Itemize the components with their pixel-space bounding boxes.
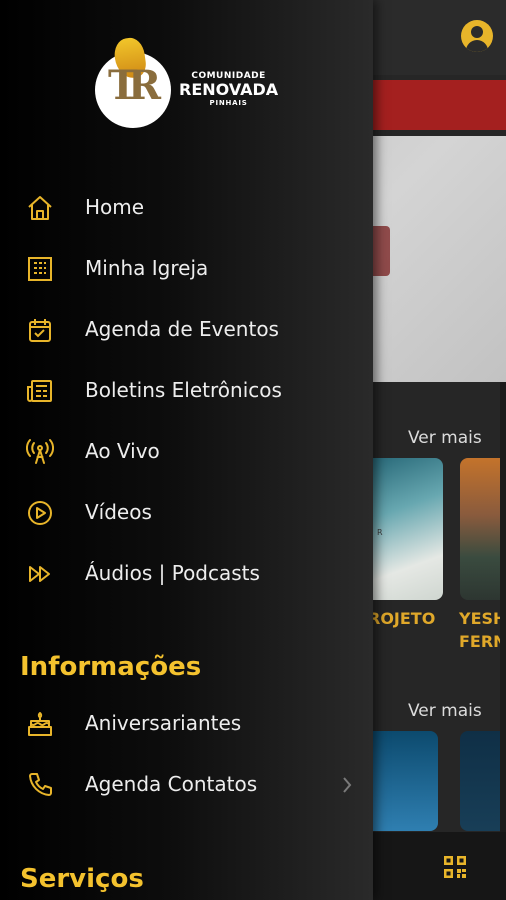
user-account-icon[interactable] [461,20,493,52]
card-caption: R [377,528,384,537]
calendar-check-icon [29,319,51,342]
avatar-body [466,40,488,52]
card-title: YESHU FERNA [459,609,506,651]
see-more-link[interactable]: Ver mais [408,701,482,721]
menu-label: Home [85,195,145,219]
logo-line-2: RENOVADA [179,80,279,99]
church-logo: TR COMUNIDADE RENOVADA PINHAIS [95,36,280,130]
scroll-edge [500,382,506,832]
avatar-head [471,26,483,38]
logo-monogram: TR [108,62,161,109]
menu-label: Agenda Contatos [85,772,258,796]
building-icon [28,257,52,281]
menu-label: Minha Igreja [85,256,209,280]
menu-label: Vídeos [85,500,152,524]
phone-icon [29,773,52,796]
menu-item-home[interactable]: Home [0,183,373,233]
logo-line-3: PINHAIS [209,99,248,107]
play-circle-icon [28,501,52,525]
menu-label: Boletins Eletrônicos [85,378,282,402]
chevron-right-icon [343,777,352,793]
menu-item-audios-podcasts[interactable]: Áudios | Podcasts [0,549,373,599]
menu-item-boletins[interactable]: Boletins Eletrônicos [0,366,373,416]
menu-item-ao-vivo[interactable]: Ao Vivo [0,427,373,477]
fast-forward-icon [29,566,50,582]
menu-item-videos[interactable]: Vídeos [0,488,373,538]
newspaper-icon [27,380,52,402]
menu-item-agenda-contatos[interactable]: Agenda Contatos [0,760,373,810]
menu-item-agenda-eventos[interactable]: Agenda de Eventos [0,305,373,355]
logo-wordmark: COMUNIDADE RENOVADA PINHAIS [179,71,278,107]
menu-label: Aniversariantes [85,711,242,735]
menu-item-aniversariantes[interactable]: Aniversariantes [0,699,373,749]
cake-icon [28,712,52,736]
navigation-drawer: TR COMUNIDADE RENOVADA PINHAIS Home Minh… [0,0,373,900]
menu-item-minha-igreja[interactable]: Minha Igreja [0,244,373,294]
section-title-servicos: Serviços [20,864,144,894]
qr-code-icon[interactable] [444,856,466,878]
menu-label: Áudios | Podcasts [85,561,260,585]
card-title: ROJETO [368,609,436,628]
broadcast-icon [26,439,54,464]
menu-label: Ao Vivo [85,439,160,463]
home-icon [28,196,52,220]
section-title-informacoes: Informações [20,652,202,682]
menu-label: Agenda de Eventos [85,317,279,341]
see-more-link[interactable]: Ver mais [408,428,482,448]
